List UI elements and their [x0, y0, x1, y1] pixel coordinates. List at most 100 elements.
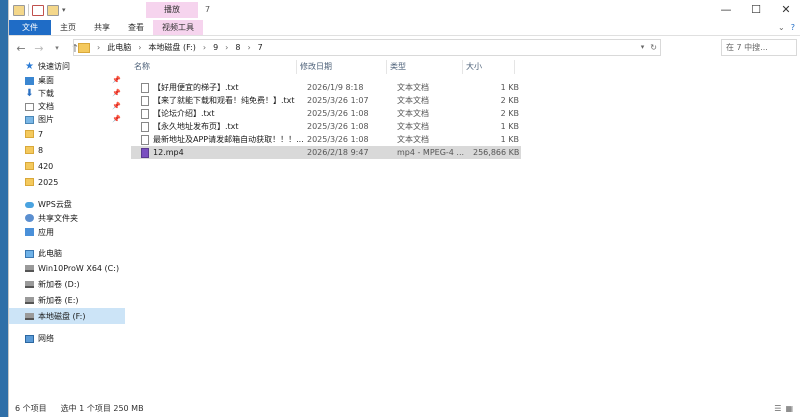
column-name[interactable]: 名称 — [131, 60, 297, 74]
text-file-icon — [141, 108, 149, 119]
file-type: 文本文档 — [397, 96, 429, 105]
address-bar[interactable]: › 此电脑 › 本地磁盘 (F:) › 9 › 8 › 7 ▾ ↻ — [73, 39, 661, 56]
pin-icon[interactable]: 📌 — [112, 113, 121, 126]
nav-label: 图片 — [38, 115, 54, 124]
large-icons-view-icon[interactable]: ▦ — [785, 401, 793, 417]
maximize-button[interactable]: ☐ — [741, 0, 771, 20]
tab-file[interactable]: 文件 — [9, 20, 51, 35]
desktop-icon — [25, 76, 34, 85]
nav-desktop[interactable]: 桌面 📌 — [9, 74, 125, 87]
explorer-window: ▾ 播放 7 — ☐ ✕ 文件 主页 共享 查看 视频工具 ⌄ ? ← → ▾ … — [8, 0, 800, 417]
column-size[interactable]: 大小 — [463, 60, 515, 74]
file-size: 2 KB — [500, 109, 519, 118]
nav-folder-8[interactable]: 8 — [9, 142, 125, 158]
file-row[interactable]: 【永久地址发布页】.txt 2025/3/26 1:08 文本文档 1 KB — [131, 120, 521, 133]
nav-drive-f[interactable]: 本地磁盘 (F:) — [9, 308, 125, 324]
file-row[interactable]: 【来了就能下载和观看！纯免费！】.txt 2025/3/26 1:07 文本文档… — [131, 94, 521, 107]
nav-folder-7[interactable]: 7 — [9, 126, 125, 142]
nav-downloads[interactable]: ⬇ 下载 📌 — [9, 87, 125, 100]
breadcrumb-8[interactable]: 8 — [235, 43, 240, 52]
nav-this-pc[interactable]: 此电脑 — [9, 247, 125, 260]
breadcrumb-7[interactable]: 7 — [258, 43, 263, 52]
address-dropdown-icon[interactable]: ▾ — [641, 40, 645, 55]
file-name: 【来了就能下载和观看！纯免费！】.txt — [153, 96, 295, 105]
forward-button[interactable]: → — [33, 42, 45, 55]
expand-ribbon-icon[interactable]: ⌄ — [778, 20, 785, 35]
help-icon[interactable]: ? — [791, 20, 795, 35]
documents-icon — [25, 102, 34, 111]
file-name: 【论坛介绍】.txt — [153, 109, 215, 118]
tab-share[interactable]: 共享 — [85, 20, 119, 35]
search-input[interactable]: 在 7 中搜... — [721, 39, 797, 56]
breadcrumb-separator: › — [97, 43, 101, 52]
quick-access-toolbar: ▾ — [9, 0, 66, 20]
folder-icon — [25, 130, 34, 138]
file-type: 文本文档 — [397, 109, 429, 118]
tab-home[interactable]: 主页 — [51, 20, 85, 35]
file-size: 1 KB — [500, 135, 519, 144]
nav-label: Win10ProW X64 (C:) — [38, 263, 120, 273]
minimize-button[interactable]: — — [711, 0, 741, 20]
column-type[interactable]: 类型 — [387, 60, 463, 74]
tab-view[interactable]: 查看 — [119, 20, 153, 35]
file-type: 文本文档 — [397, 83, 429, 92]
close-button[interactable]: ✕ — [771, 0, 800, 20]
breadcrumb-separator: › — [247, 43, 251, 52]
star-icon: ★ — [25, 61, 34, 72]
ribbon-tabs: 文件 主页 共享 查看 视频工具 ⌄ ? — [9, 20, 800, 36]
folder-icon — [25, 146, 34, 154]
text-file-icon — [141, 121, 149, 132]
nav-drive-e[interactable]: 新加卷 (E:) — [9, 292, 125, 308]
nav-label: 共享文件夹 — [38, 213, 78, 223]
nav-shared-folder[interactable]: 共享文件夹 — [9, 211, 125, 225]
tab-video-tools[interactable]: 视频工具 — [153, 20, 203, 35]
file-row[interactable]: 最新地址及APP请发邮箱自动获取！！！... 2025/3/26 1:08 文本… — [131, 133, 521, 146]
file-list: 【好用便宜的梯子】.txt 2026/1/9 8:18 文本文档 1 KB 【来… — [131, 81, 521, 159]
nav-pictures[interactable]: 图片 📌 — [9, 113, 125, 126]
column-date[interactable]: 修改日期 — [297, 60, 387, 74]
breadcrumb-this-pc[interactable]: 此电脑 — [107, 42, 131, 53]
nav-documents[interactable]: 文档 📌 — [9, 100, 125, 113]
nav-folder-420[interactable]: 420 — [9, 158, 125, 174]
nav-network[interactable]: 网络 — [9, 332, 125, 345]
back-button[interactable]: ← — [15, 42, 27, 55]
pictures-icon — [25, 115, 34, 124]
nav-label: WPS云盘 — [38, 200, 72, 209]
file-size: 2 KB — [500, 96, 519, 105]
breadcrumb-separator: › — [138, 43, 142, 52]
nav-wps-cloud[interactable]: WPS云盘 — [9, 198, 125, 211]
pin-icon[interactable]: 📌 — [112, 87, 121, 100]
nav-folder-2025[interactable]: 2025 — [9, 174, 125, 190]
nav-label: 新加卷 (D:) — [38, 279, 80, 289]
drive-icon — [25, 312, 34, 320]
customize-toolbar-icon[interactable]: ▾ — [62, 6, 66, 14]
nav-label: 此电脑 — [38, 249, 62, 258]
file-date: 2025/3/26 1:07 — [307, 96, 369, 105]
breadcrumb-separator: › — [202, 43, 207, 52]
refresh-icon[interactable]: ↻ — [650, 40, 657, 55]
nav-apps[interactable]: 应用 — [9, 225, 125, 239]
nav-label: 应用 — [38, 227, 54, 237]
recent-locations-icon[interactable]: ▾ — [51, 44, 63, 52]
pc-icon — [25, 249, 34, 258]
breadcrumb-drive-f[interactable]: 本地磁盘 (F:) — [148, 42, 195, 53]
file-row-selected[interactable]: 12.mp4 2026/2/18 9:47 mp4 - MPEG-4 ... 2… — [131, 146, 521, 159]
item-count: 6 个项目 — [15, 404, 47, 413]
nav-quick-access[interactable]: ★ 快速访问 — [9, 60, 125, 73]
file-row[interactable]: 【好用便宜的梯子】.txt 2026/1/9 8:18 文本文档 1 KB — [131, 81, 521, 94]
properties-icon[interactable] — [32, 4, 44, 16]
context-tab-play[interactable]: 播放 — [146, 2, 198, 18]
new-folder-icon[interactable] — [47, 4, 59, 16]
file-name: 最新地址及APP请发邮箱自动获取！！！... — [153, 135, 303, 144]
file-row[interactable]: 【论坛介绍】.txt 2025/3/26 1:08 文本文档 2 KB — [131, 107, 521, 120]
nav-drive-c[interactable]: Win10ProW X64 (C:) — [9, 260, 125, 276]
breadcrumb-9[interactable]: 9 — [213, 43, 218, 52]
nav-label: 快速访问 — [38, 62, 70, 71]
file-date: 2026/1/9 8:18 — [307, 83, 364, 92]
pin-icon[interactable]: 📌 — [112, 74, 121, 87]
nav-drive-d[interactable]: 新加卷 (D:) — [9, 276, 125, 292]
nav-label: 网络 — [38, 334, 54, 343]
nav-label: 8 — [38, 145, 44, 155]
details-view-icon[interactable]: ☰ — [774, 401, 781, 417]
pin-icon[interactable]: 📌 — [112, 100, 121, 113]
